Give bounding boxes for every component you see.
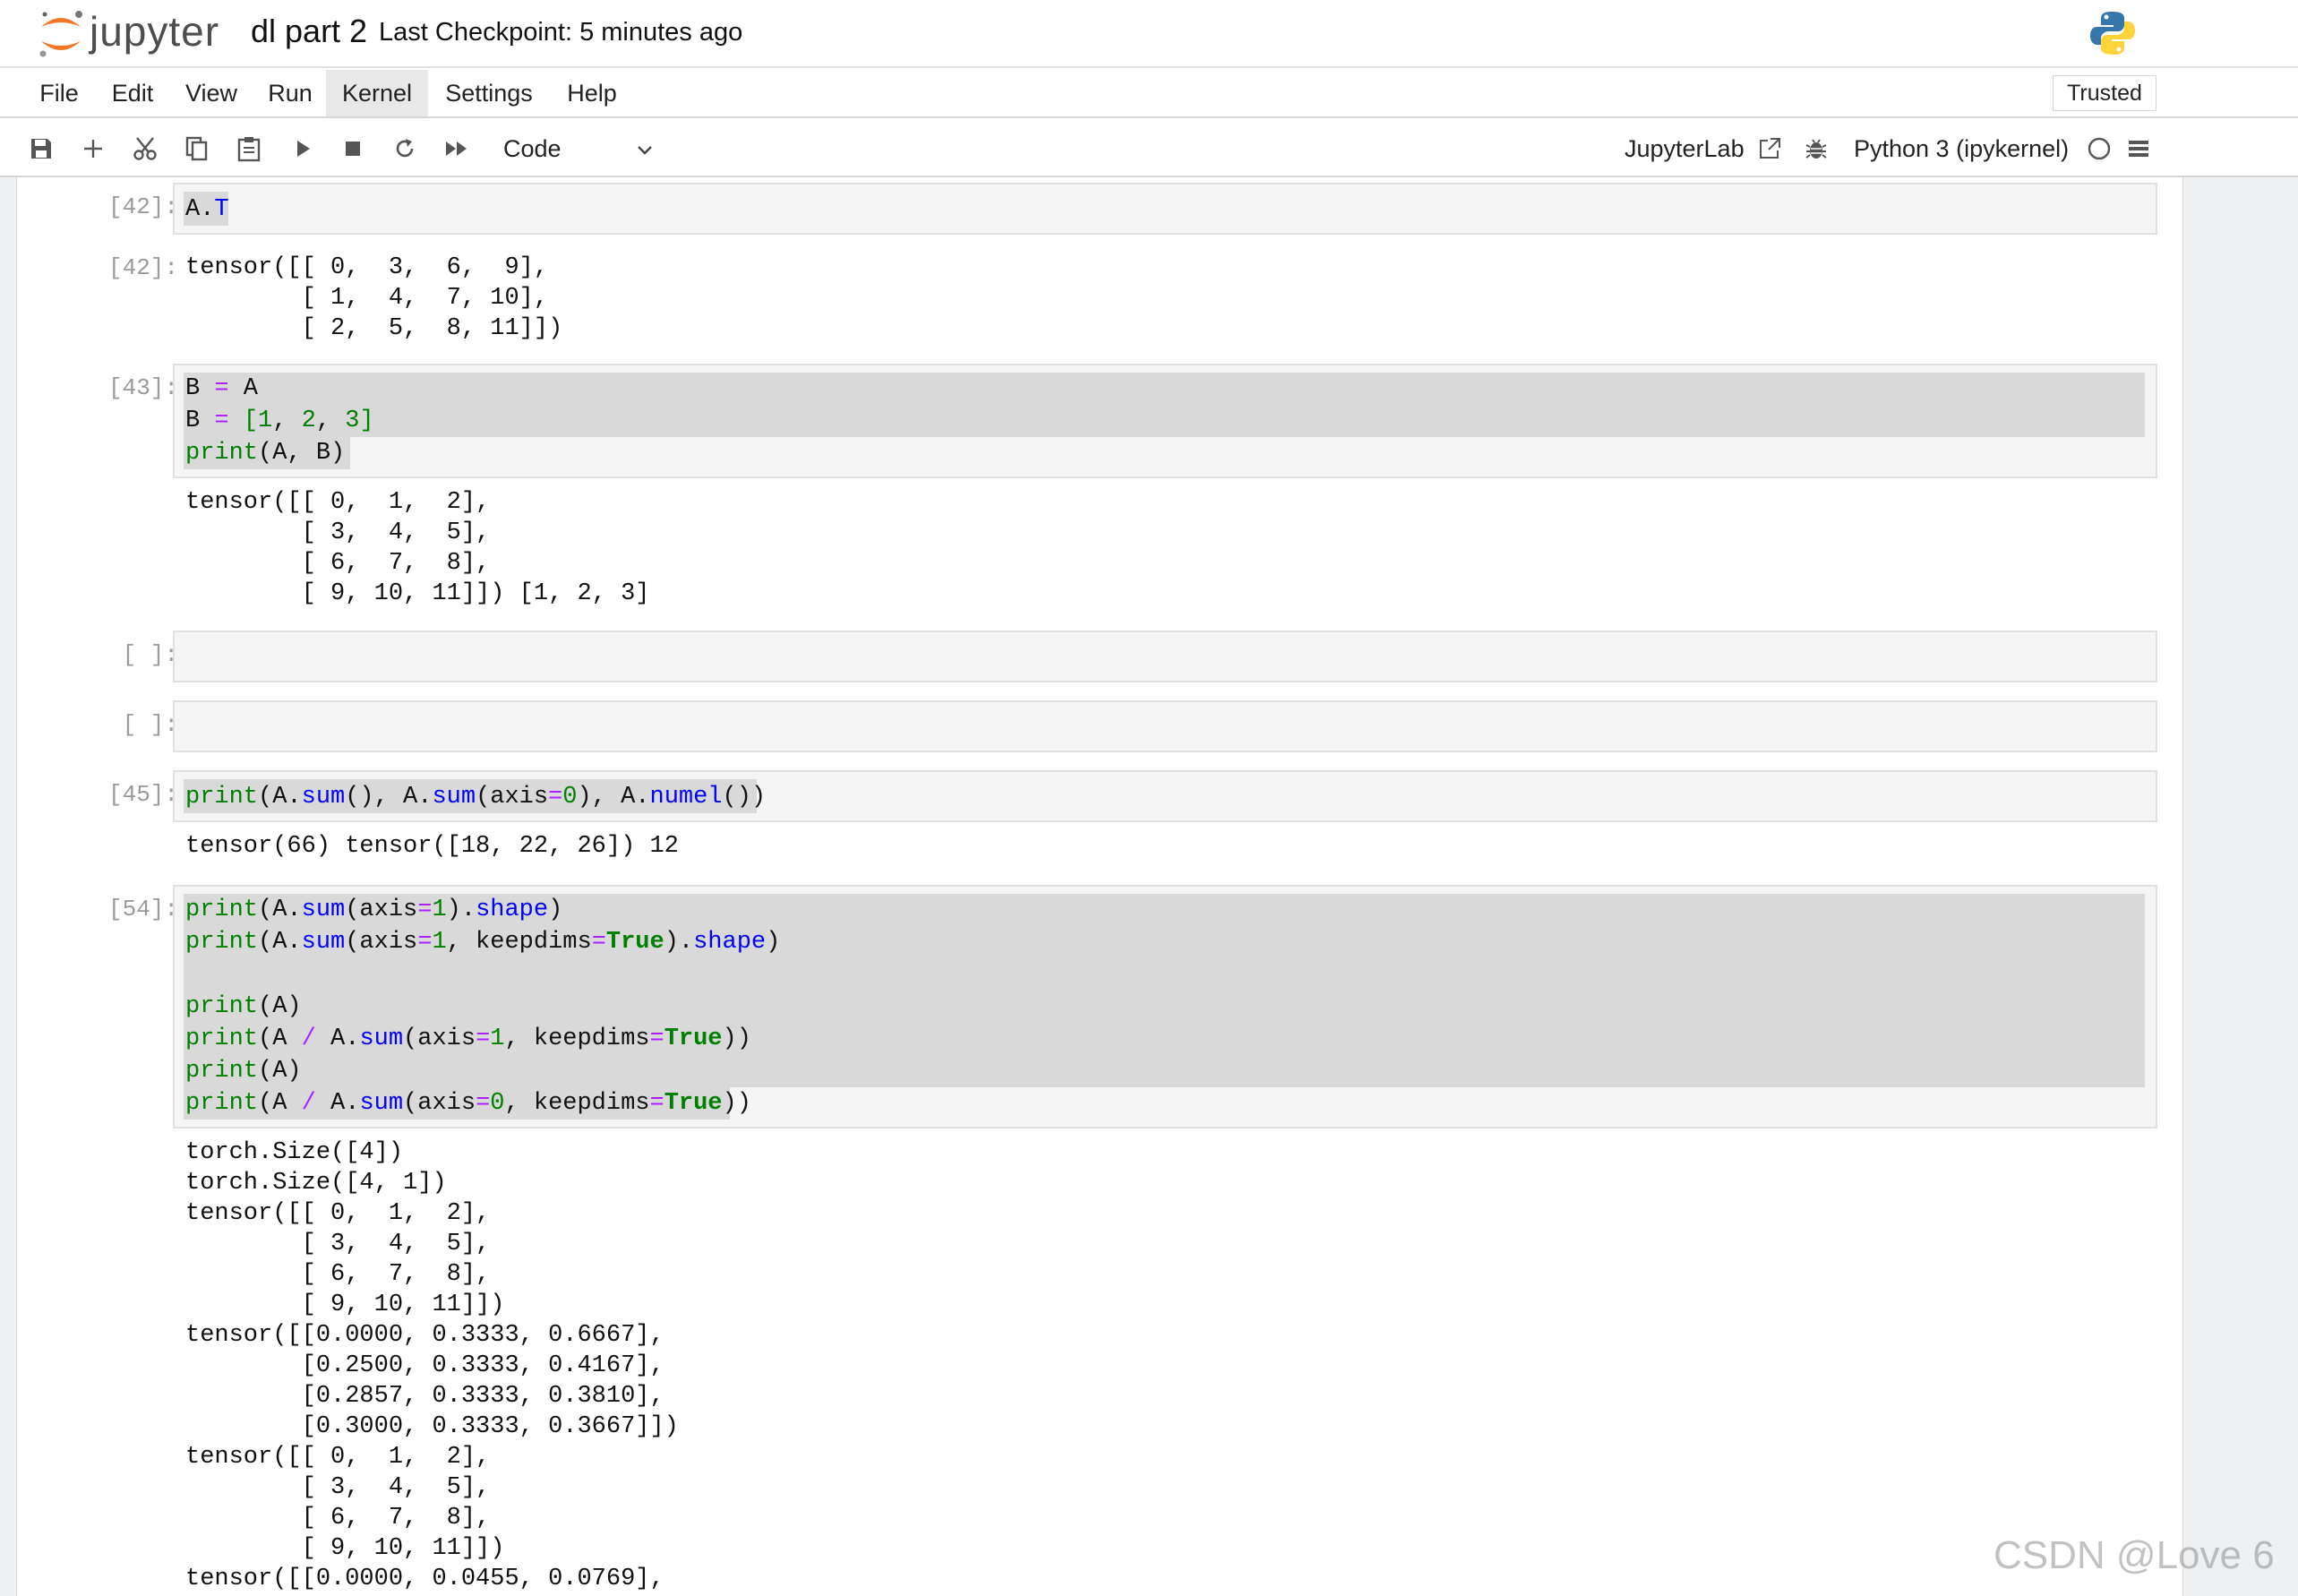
add-cell-icon[interactable] bbox=[75, 131, 111, 167]
cell-input-prompt: [42]: bbox=[107, 193, 178, 220]
cell-input-prompt: [ ]: bbox=[122, 641, 178, 668]
code-line: B = [1, 2, 3] bbox=[185, 408, 374, 434]
jupyter-logo-icon bbox=[39, 11, 82, 57]
kernel-status-icon bbox=[2081, 131, 2117, 167]
code-line: print(A.sum(axis=1, keepdims=True).shape… bbox=[185, 929, 781, 956]
chevron-down-icon bbox=[634, 133, 656, 175]
code-cell-input[interactable]: print(A.sum(axis=1).shape) print(A.sum(a… bbox=[173, 885, 2157, 1128]
stop-icon[interactable] bbox=[335, 131, 371, 167]
jupyter-logo-text: jupyter bbox=[90, 8, 220, 55]
cell-input-prompt: [54]: bbox=[107, 896, 178, 922]
code-line: print(A / A.sum(axis=0, keepdims=True)) bbox=[185, 1090, 751, 1117]
python-logo-icon bbox=[2088, 9, 2137, 57]
cell-input-prompt: [45]: bbox=[107, 781, 178, 808]
cell-output: tensor([[ 0, 1, 2], [ 3, 4, 5], [ 6, 7, … bbox=[185, 489, 650, 607]
notebook-scroll-area[interactable]: [42]: A.T [42]: tensor([[ 0, 3, 6, 9], [… bbox=[0, 177, 2298, 1596]
checkpoint-status: Last Checkpoint: 5 minutes ago bbox=[379, 18, 743, 47]
cell-input-prompt: [43]: bbox=[107, 374, 178, 401]
menu-bar: File Edit View Run Kernel Settings Help … bbox=[0, 70, 2298, 118]
external-link-icon[interactable] bbox=[1752, 131, 1788, 167]
code-line: print(A.sum(), A.sum(axis=0), A.numel()) bbox=[185, 784, 767, 811]
cut-icon[interactable] bbox=[127, 131, 163, 167]
cell-type-value: Code bbox=[503, 135, 562, 162]
run-icon[interactable] bbox=[285, 131, 321, 167]
restart-icon[interactable] bbox=[387, 131, 423, 167]
cell-type-select[interactable]: Code bbox=[503, 131, 665, 167]
code-line: print(A.sum(axis=1).shape) bbox=[185, 897, 563, 923]
cell-output: tensor(66) tensor([18, 22, 26]) 12 bbox=[185, 833, 679, 860]
code-line: print(A) bbox=[185, 993, 302, 1020]
save-icon[interactable] bbox=[23, 131, 59, 167]
notebook-toolbar: Code JupyterLab Python 3 (ipykernel) bbox=[0, 120, 2298, 177]
copy-icon[interactable] bbox=[179, 131, 215, 167]
cell-input-prompt: [ ]: bbox=[122, 711, 178, 738]
menu-edit[interactable]: Edit bbox=[100, 70, 165, 116]
watermark: CSDN @Love 6 bbox=[1994, 1533, 2275, 1577]
text-selection bbox=[184, 373, 2145, 437]
kernel-name[interactable]: Python 3 (ipykernel) bbox=[1854, 131, 2069, 167]
notebook-header: jupyter dl part 2 Last Checkpoint: 5 min… bbox=[0, 0, 2298, 68]
fast-forward-icon[interactable] bbox=[439, 131, 475, 167]
bug-icon[interactable] bbox=[1798, 131, 1834, 167]
trusted-indicator[interactable]: Trusted bbox=[2053, 75, 2157, 111]
code-cell-input[interactable] bbox=[173, 631, 2157, 682]
code-line: B = A bbox=[185, 375, 259, 402]
cell-output: torch.Size([4]) torch.Size([4, 1]) tenso… bbox=[185, 1139, 679, 1592]
notebook-title[interactable]: dl part 2 bbox=[251, 13, 367, 50]
code-cell-input[interactable]: B = A B = [1, 2, 3] print(A, B) bbox=[173, 364, 2157, 478]
menu-kernel[interactable]: Kernel bbox=[326, 70, 428, 116]
code-line: A.T bbox=[185, 196, 229, 223]
notebook-panel: [42]: A.T [42]: tensor([[ 0, 3, 6, 9], [… bbox=[16, 177, 2183, 1596]
code-cell-input[interactable] bbox=[173, 700, 2157, 752]
menu-view[interactable]: View bbox=[176, 70, 247, 116]
code-line: print(A) bbox=[185, 1058, 302, 1085]
menu-icon[interactable] bbox=[2121, 131, 2157, 167]
code-line: print(A / A.sum(axis=1, keepdims=True)) bbox=[185, 1025, 751, 1052]
code-line: print(A, B) bbox=[185, 440, 346, 467]
menu-file[interactable]: File bbox=[25, 70, 93, 116]
jupyter-logo[interactable]: jupyter bbox=[36, 7, 233, 61]
menu-run[interactable]: Run bbox=[260, 70, 321, 116]
cell-output: tensor([[ 0, 3, 6, 9], [ 1, 4, 7, 10], [… bbox=[185, 254, 563, 342]
code-cell-input[interactable]: A.T bbox=[173, 183, 2157, 235]
jupyterlab-link[interactable]: JupyterLab bbox=[1625, 131, 1745, 167]
code-cell-input[interactable]: print(A.sum(), A.sum(axis=0), A.numel()) bbox=[173, 770, 2157, 822]
menu-settings[interactable]: Settings bbox=[439, 70, 539, 116]
paste-icon[interactable] bbox=[231, 131, 267, 167]
menu-help[interactable]: Help bbox=[555, 70, 629, 116]
cell-output-prompt: [42]: bbox=[107, 254, 178, 281]
